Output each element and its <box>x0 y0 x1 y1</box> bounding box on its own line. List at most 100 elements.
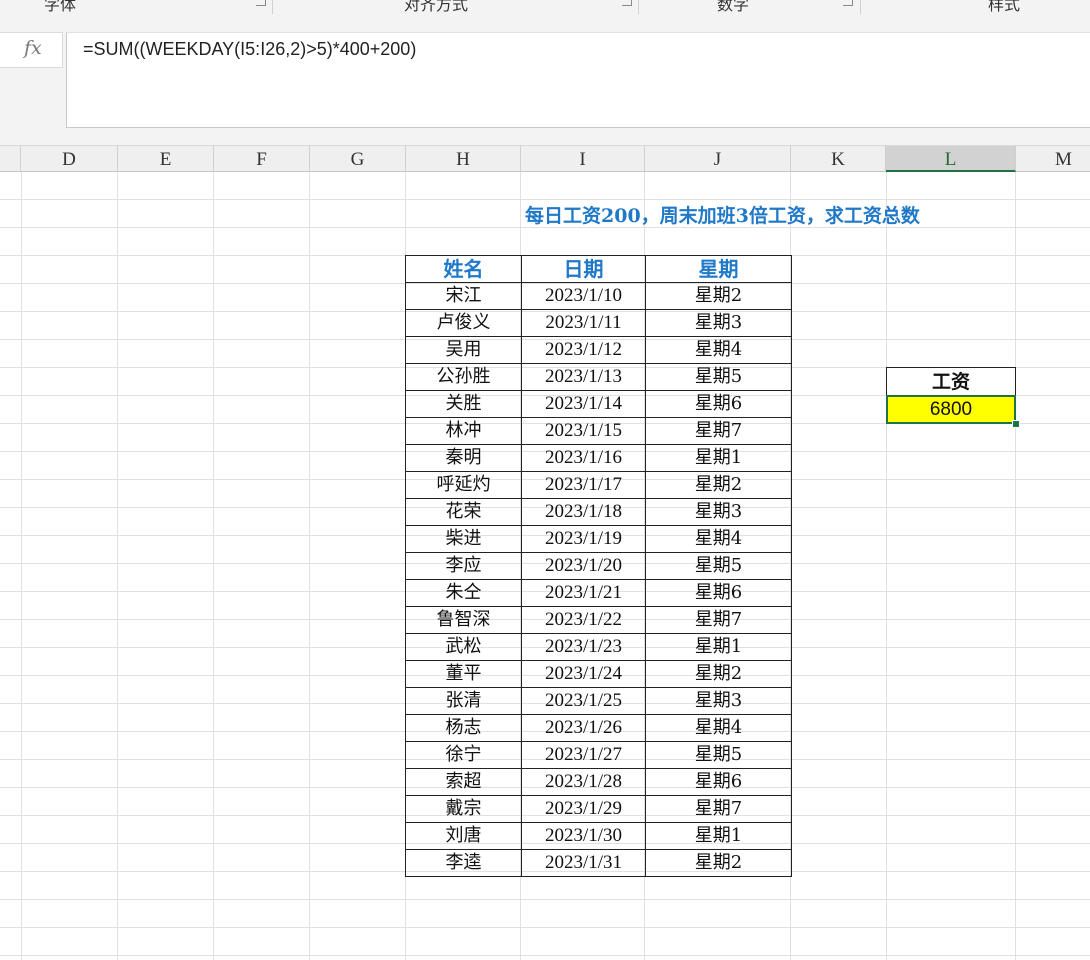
cell-weekday[interactable]: 星期4 <box>645 525 792 553</box>
table-row: 关胜 2023/1/14 星期6 <box>405 390 792 418</box>
cell-date[interactable]: 2023/1/29 <box>521 795 646 823</box>
cell-date[interactable]: 2023/1/30 <box>521 822 646 850</box>
cell-name[interactable]: 呼延灼 <box>405 471 522 499</box>
cell-name[interactable]: 林冲 <box>405 417 522 445</box>
column-header-g[interactable]: G <box>310 146 406 172</box>
cell-weekday[interactable]: 星期3 <box>645 687 792 715</box>
table-body: 宋江 2023/1/10 星期2 卢俊义 2023/1/11 星期3 吴用 2023/1/12… <box>405 282 792 877</box>
cell-date[interactable]: 2023/1/19 <box>521 525 646 553</box>
cell-weekday[interactable]: 星期2 <box>645 282 792 310</box>
cell-name[interactable]: 关胜 <box>405 390 522 418</box>
cell-weekday[interactable]: 星期5 <box>645 741 792 769</box>
table-row: 李逵 2023/1/31 星期2 <box>405 849 792 877</box>
cell-weekday[interactable]: 星期3 <box>645 309 792 337</box>
alignment-dialog-launcher-icon[interactable] <box>622 0 632 6</box>
table-row: 戴宗 2023/1/29 星期7 <box>405 795 792 823</box>
cell-weekday[interactable]: 星期6 <box>645 579 792 607</box>
cell-name[interactable]: 秦明 <box>405 444 522 472</box>
cell-name[interactable]: 鲁智深 <box>405 606 522 634</box>
cell-weekday[interactable]: 星期6 <box>645 390 792 418</box>
cell-weekday[interactable]: 星期7 <box>645 795 792 823</box>
cell-date[interactable]: 2023/1/14 <box>521 390 646 418</box>
cell-date[interactable]: 2023/1/23 <box>521 633 646 661</box>
insert-function-button[interactable]: fx <box>0 32 63 68</box>
cell-date[interactable]: 2023/1/20 <box>521 552 646 580</box>
cell-name[interactable]: 吴用 <box>405 336 522 364</box>
cell-date[interactable]: 2023/1/21 <box>521 579 646 607</box>
cell-name[interactable]: 宋江 <box>405 282 522 310</box>
cell-weekday[interactable]: 星期5 <box>645 363 792 391</box>
cell-name[interactable]: 卢俊义 <box>405 309 522 337</box>
table-row: 呼延灼 2023/1/17 星期2 <box>405 471 792 499</box>
cell-weekday[interactable]: 星期2 <box>645 660 792 688</box>
cell-weekday[interactable]: 星期4 <box>645 714 792 742</box>
cell-date[interactable]: 2023/1/16 <box>521 444 646 472</box>
cell-name[interactable]: 杨志 <box>405 714 522 742</box>
cell-name[interactable]: 公孙胜 <box>405 363 522 391</box>
formula-input[interactable]: =SUM((WEEKDAY(I5:I26,2)>5)*400+200) <box>66 32 1090 128</box>
table-row: 杨志 2023/1/26 星期4 <box>405 714 792 742</box>
column-header-f[interactable]: F <box>214 146 310 172</box>
cell-weekday[interactable]: 星期1 <box>645 633 792 661</box>
header-date[interactable]: 日期 <box>521 255 646 283</box>
table-row: 刘唐 2023/1/30 星期1 <box>405 822 792 850</box>
cell-date[interactable]: 2023/1/28 <box>521 768 646 796</box>
cell-weekday[interactable]: 星期3 <box>645 498 792 526</box>
number-dialog-launcher-icon[interactable] <box>843 0 853 6</box>
table-row: 张清 2023/1/25 星期3 <box>405 687 792 715</box>
cell-date[interactable]: 2023/1/10 <box>521 282 646 310</box>
cell-date[interactable]: 2023/1/18 <box>521 498 646 526</box>
fill-handle[interactable] <box>1012 420 1020 428</box>
cell-weekday[interactable]: 星期7 <box>645 606 792 634</box>
font-dialog-launcher-icon[interactable] <box>256 0 266 6</box>
cell-name[interactable]: 张清 <box>405 687 522 715</box>
salary-label-cell[interactable]: 工资 <box>886 367 1016 396</box>
column-header-l[interactable]: L <box>886 146 1016 172</box>
grid-column-line <box>309 172 310 960</box>
cell-name[interactable]: 武松 <box>405 633 522 661</box>
cell-name[interactable]: 朱仝 <box>405 579 522 607</box>
column-header-e[interactable]: E <box>118 146 214 172</box>
cell-weekday[interactable]: 星期1 <box>645 444 792 472</box>
column-header-j[interactable]: J <box>645 146 791 172</box>
header-name[interactable]: 姓名 <box>405 255 522 283</box>
column-header-m[interactable]: M <box>1016 146 1090 172</box>
column-header-partial[interactable] <box>0 146 21 172</box>
cell-name[interactable]: 董平 <box>405 660 522 688</box>
cell-date[interactable]: 2023/1/24 <box>521 660 646 688</box>
cell-date[interactable]: 2023/1/11 <box>521 309 646 337</box>
cell-date[interactable]: 2023/1/13 <box>521 363 646 391</box>
cell-date[interactable]: 2023/1/12 <box>521 336 646 364</box>
cell-weekday[interactable]: 星期2 <box>645 849 792 877</box>
cell-date[interactable]: 2023/1/22 <box>521 606 646 634</box>
cell-weekday[interactable]: 星期5 <box>645 552 792 580</box>
cell-name[interactable]: 徐宁 <box>405 741 522 769</box>
cell-name[interactable]: 李应 <box>405 552 522 580</box>
column-header-k[interactable]: K <box>791 146 886 172</box>
cell-weekday[interactable]: 星期2 <box>645 471 792 499</box>
header-weekday[interactable]: 星期 <box>645 255 792 283</box>
column-header-i[interactable]: I <box>521 146 645 172</box>
cell-date[interactable]: 2023/1/15 <box>521 417 646 445</box>
cell-weekday[interactable]: 星期1 <box>645 822 792 850</box>
cell-date[interactable]: 2023/1/17 <box>521 471 646 499</box>
data-table: 姓名 日期 星期 宋江 2023/1/10 星期2 卢俊义 2023/1/11 星期3 吴用… <box>405 255 792 877</box>
cell-name[interactable]: 刘唐 <box>405 822 522 850</box>
sheet-title[interactable]: 每日工资200，周末加班3倍工资，求工资总数 <box>525 201 920 228</box>
cell-name[interactable]: 柴进 <box>405 525 522 553</box>
cell-weekday[interactable]: 星期7 <box>645 417 792 445</box>
cell-weekday[interactable]: 星期4 <box>645 336 792 364</box>
table-row: 柴进 2023/1/19 星期4 <box>405 525 792 553</box>
cell-name[interactable]: 索超 <box>405 768 522 796</box>
cell-weekday[interactable]: 星期6 <box>645 768 792 796</box>
cell-name[interactable]: 戴宗 <box>405 795 522 823</box>
cell-date[interactable]: 2023/1/31 <box>521 849 646 877</box>
cell-name[interactable]: 花荣 <box>405 498 522 526</box>
column-header-d[interactable]: D <box>21 146 118 172</box>
salary-value-cell[interactable]: 6800 <box>886 395 1016 424</box>
cell-name[interactable]: 李逵 <box>405 849 522 877</box>
cell-date[interactable]: 2023/1/27 <box>521 741 646 769</box>
column-header-h[interactable]: H <box>406 146 521 172</box>
cell-date[interactable]: 2023/1/26 <box>521 714 646 742</box>
cell-date[interactable]: 2023/1/25 <box>521 687 646 715</box>
